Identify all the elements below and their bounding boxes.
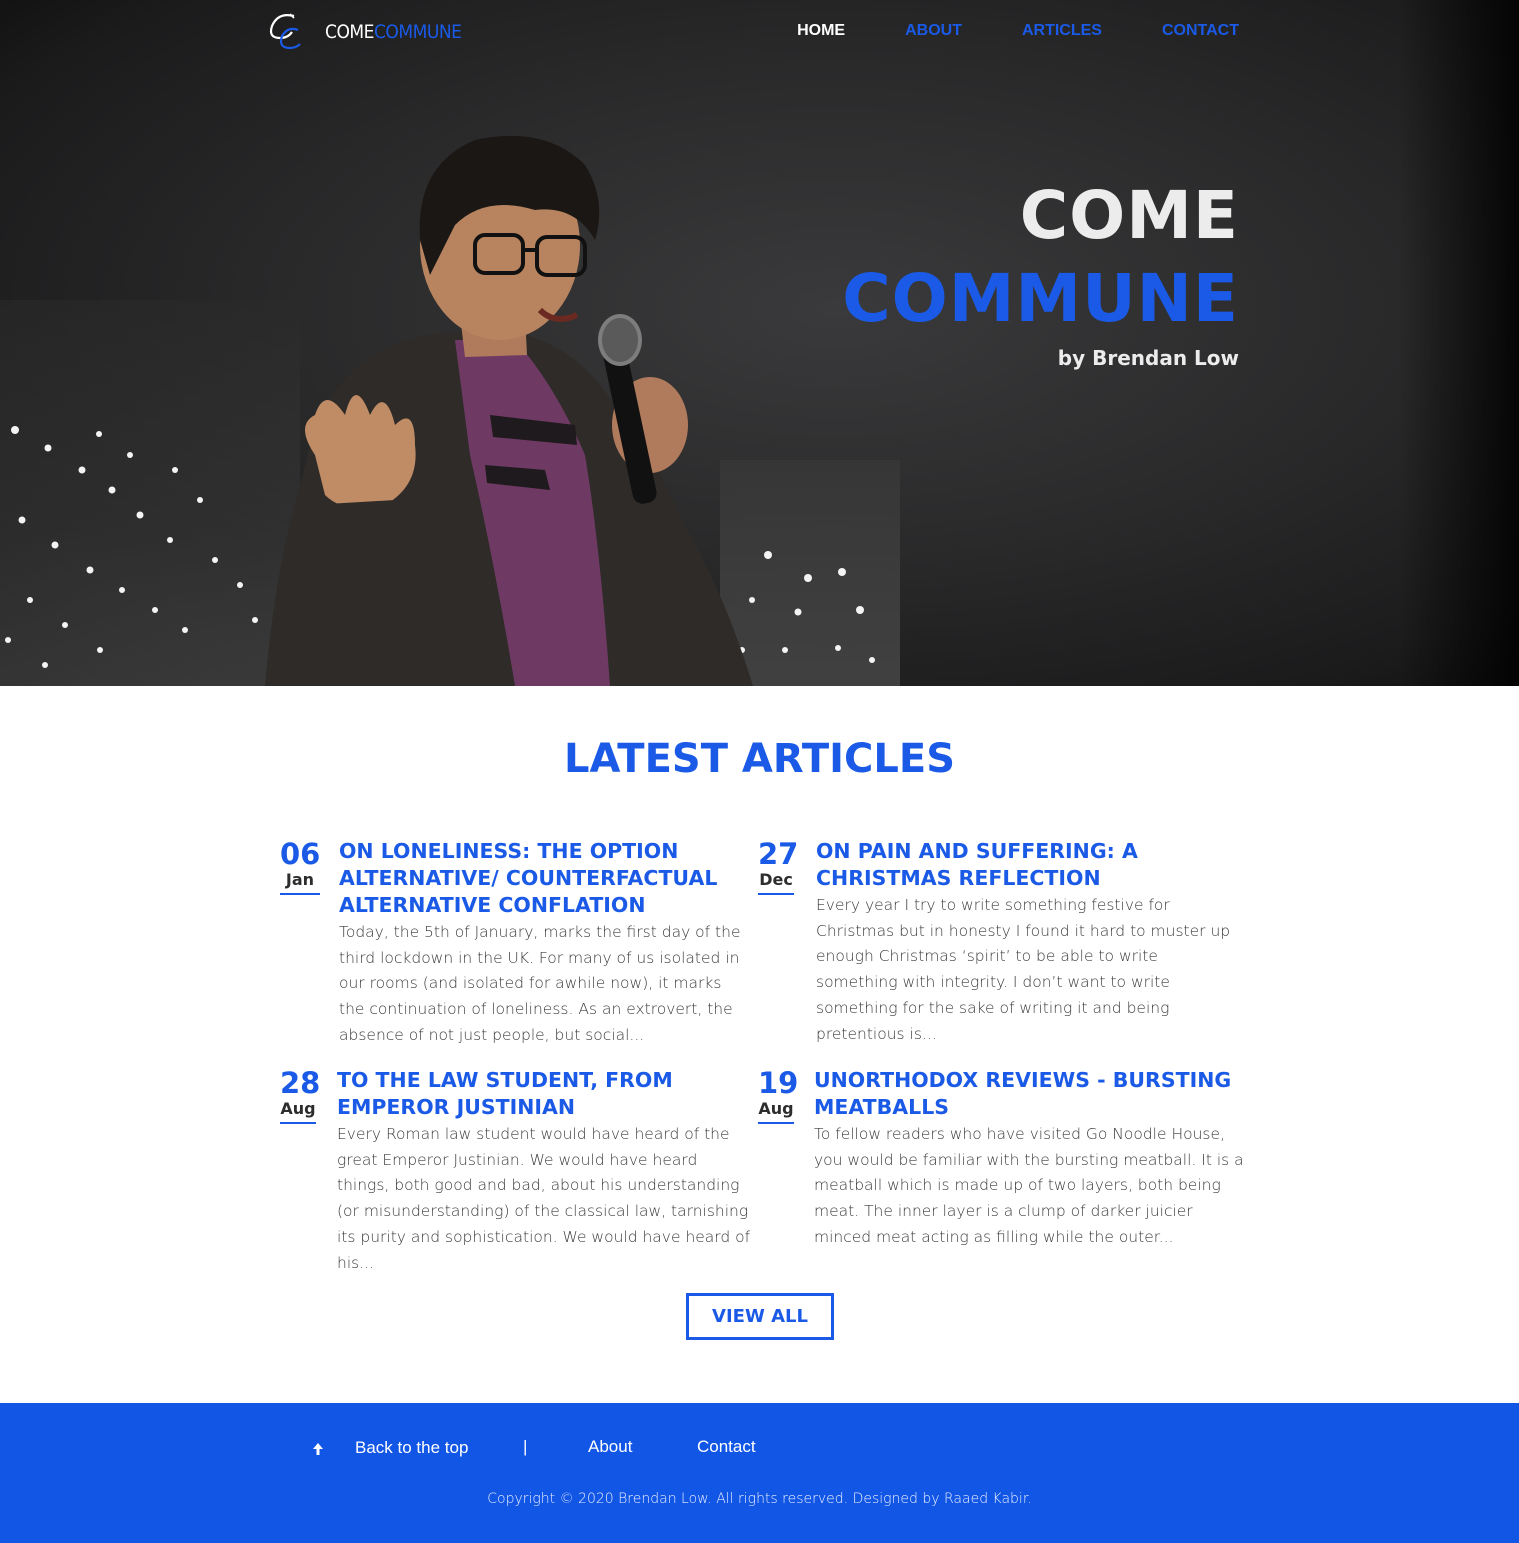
article-body: UNORTHODOX REVIEWS - BURSTING MEATBALLS … [814, 1067, 1244, 1251]
nav-about-link[interactable]: ABOUT [905, 22, 962, 40]
article-date: 27 Dec [758, 837, 799, 895]
logo-word-come: COME [325, 21, 374, 43]
nav-articles-link[interactable]: ARTICLES [1022, 22, 1102, 40]
footer-copyright: Copyright © 2020 Brendan Low. All rights… [487, 1491, 1032, 1507]
main-menu: HOME ABOUT ARTICLES CONTACT [797, 22, 1239, 40]
hero-section: COMECOMMUNE HOME ABOUT ARTICLES CONTACT … [0, 0, 1519, 686]
hero-byline: by Brendan Low [1057, 346, 1239, 370]
hero-title-block: COME COMMUNE by Brendan Low [842, 177, 1239, 371]
article-excerpt: To fellow readers who have visited Go No… [814, 1125, 1244, 1246]
latest-articles-heading: LATEST ARTICLES [563, 736, 956, 782]
article-day: 27 [758, 837, 799, 871]
article-day: 06 [280, 837, 321, 871]
article-title-link[interactable]: ON LONELINESS: THE OPTION ALTERNATIVE/ C… [339, 838, 751, 919]
article-month: Jan [280, 870, 320, 895]
article-body: TO THE LAW STUDENT, FROM EMPEROR JUSTINI… [337, 1067, 752, 1276]
article-title-link[interactable]: TO THE LAW STUDENT, FROM EMPEROR JUSTINI… [337, 1067, 752, 1121]
nav-contact-link[interactable]: CONTACT [1162, 22, 1239, 40]
cc-script-logo-icon [269, 13, 301, 50]
hero-title-line2: COMMUNE [842, 260, 1239, 337]
view-all-button[interactable]: VIEW ALL [686, 1293, 834, 1340]
logo-wordmark: COMECOMMUNE [325, 21, 462, 43]
footer-contact-link[interactable]: Contact [697, 1437, 756, 1457]
article-date: 06 Jan [280, 838, 320, 895]
article-month: Aug [280, 1099, 316, 1124]
article-day: 28 [280, 1066, 321, 1100]
hero-vignette [1399, 0, 1519, 686]
speaker-photo [265, 135, 753, 686]
article-excerpt: Every Roman law student would have heard… [337, 1125, 751, 1272]
back-to-top-link[interactable]: Back to the top [355, 1438, 468, 1458]
site-footer: Back to the top | About Contact Copyrigh… [0, 1403, 1519, 1543]
logo-word-commune: COMMUNE [373, 21, 462, 43]
article-month: Dec [758, 870, 794, 895]
footer-links: Back to the top | About Contact [0, 1437, 1519, 1461]
article-excerpt: Today, the 5th of January, marks the fir… [339, 923, 741, 1044]
nav-home-link[interactable]: HOME [797, 22, 845, 40]
article-title-link[interactable]: UNORTHODOX REVIEWS - BURSTING MEATBALLS [814, 1067, 1244, 1121]
footer-about-link[interactable]: About [588, 1437, 632, 1457]
article-date: 28 Aug [280, 1066, 321, 1124]
footer-separator: | [523, 1437, 528, 1456]
article-excerpt: Every year I try to write something fest… [816, 896, 1231, 1043]
site-logo[interactable]: COMECOMMUNE [264, 10, 462, 54]
article-month: Aug [758, 1099, 794, 1124]
article-day: 19 [758, 1066, 799, 1100]
article-body: ON PAIN AND SUFFERING: A CHRISTMAS REFLE… [816, 838, 1244, 1047]
top-navbar: COMECOMMUNE HOME ABOUT ARTICLES CONTACT [0, 0, 1519, 64]
article-title-link[interactable]: ON PAIN AND SUFFERING: A CHRISTMAS REFLE… [816, 838, 1244, 892]
arrow-up-icon[interactable] [312, 1442, 324, 1456]
article-date: 19 Aug [758, 1066, 799, 1124]
hero-title-line1: COME [1019, 177, 1239, 254]
article-body: ON LONELINESS: THE OPTION ALTERNATIVE/ C… [339, 838, 751, 1049]
